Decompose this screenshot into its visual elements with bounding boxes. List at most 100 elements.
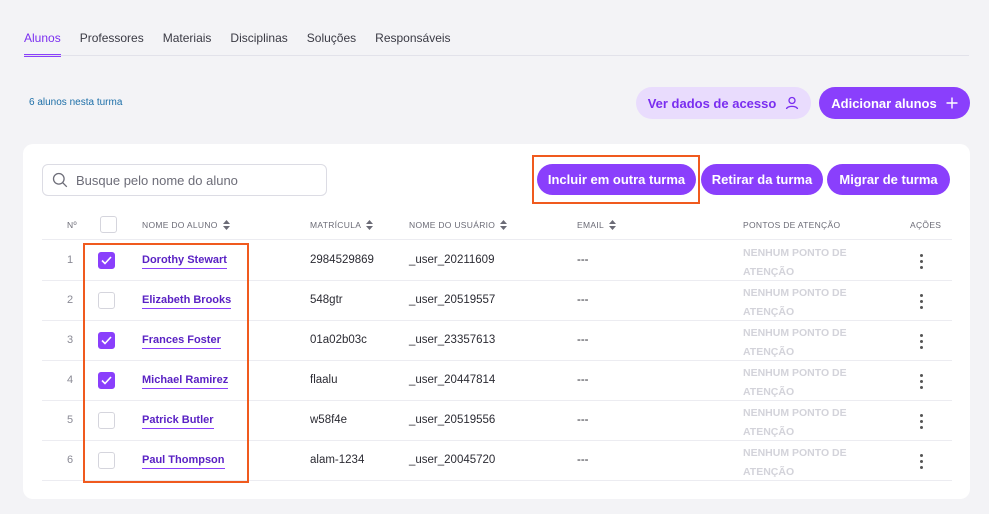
sort-icon [609, 220, 617, 230]
row-number: 4 [67, 374, 74, 386]
view-access-label: Ver dados de acesso [647, 95, 777, 111]
student-count: 6 alunos nesta turma [29, 97, 123, 108]
username-value: _user_20519556 [409, 414, 496, 426]
attention-line-2: ATENÇÃO [743, 466, 795, 478]
add-students-button[interactable]: Adicionar alunos [819, 87, 970, 119]
attention-line-2: ATENÇÃO [743, 386, 795, 398]
email-value: --- [577, 294, 589, 306]
row-checkbox[interactable] [98, 332, 115, 349]
username-value: _user_23357613 [409, 334, 496, 346]
table-row: 3 Frances Foster 01a02b03c _user_23357613 --… [42, 321, 952, 361]
tab-responsaveis[interactable]: Responsáveis [375, 31, 450, 57]
username-value: _user_20447814 [409, 374, 496, 386]
attention-line-2: ATENÇÃO [743, 266, 795, 278]
kebab-icon[interactable] [916, 252, 927, 271]
row-number: 1 [67, 254, 74, 266]
view-access-button[interactable]: Ver dados de acesso [636, 87, 811, 119]
tab-professores[interactable]: Professores [80, 31, 144, 57]
col-actions: AÇÕES [910, 220, 942, 230]
username-value: _user_20519557 [409, 294, 496, 306]
remove-from-class-button[interactable]: Retirar da turma [701, 164, 823, 195]
search-icon [52, 172, 68, 188]
table-row: 6 Paul Thompson alam-1234 _user_20045720 ---… [42, 441, 952, 481]
col-email-label: EMAIL [577, 220, 605, 230]
row-number: 5 [67, 414, 74, 426]
plus-icon [946, 97, 958, 109]
col-attention: PONTOS DE ATENÇÃO [743, 220, 841, 230]
attention-value: NENHUM PONTO DE ATENÇÃO [743, 364, 847, 402]
student-name-link[interactable]: Elizabeth Brooks [142, 294, 232, 309]
col-enrollment[interactable]: MATRÍCULA [310, 220, 374, 230]
enrollment-value: flaalu [310, 374, 338, 386]
row-number: 6 [67, 454, 74, 466]
table-row: 1 Dorothy Stewart 2984529869 _user_20211609… [42, 241, 952, 281]
enrollment-value: w58f4e [310, 414, 348, 426]
check-icon [101, 376, 112, 385]
table-header: Nº NOME DO ALUNO MATRÍCULA NOME DO USUÁR… [42, 212, 952, 240]
kebab-icon[interactable] [916, 412, 927, 431]
enrollment-value: alam-1234 [310, 454, 365, 466]
col-email[interactable]: EMAIL [577, 220, 617, 230]
attention-line-1: NENHUM PONTO DE [743, 327, 847, 339]
attention-value: NENHUM PONTO DE ATENÇÃO [743, 324, 847, 362]
include-other-class-button[interactable]: Incluir em outra turma [537, 164, 696, 195]
student-name-link[interactable]: Patrick Butler [142, 414, 214, 429]
check-icon [101, 256, 112, 265]
attention-line-1: NENHUM PONTO DE [743, 287, 847, 299]
attention-line-1: NENHUM PONTO DE [743, 367, 847, 379]
kebab-icon[interactable] [916, 372, 927, 391]
attention-line-2: ATENÇÃO [743, 306, 795, 318]
row-checkbox[interactable] [98, 292, 115, 309]
student-name-link[interactable]: Dorothy Stewart [142, 254, 227, 269]
tab-solucoes[interactable]: Soluções [307, 31, 356, 57]
col-name[interactable]: NOME DO ALUNO [142, 220, 230, 230]
row-checkbox[interactable] [98, 412, 115, 429]
col-enrollment-label: MATRÍCULA [310, 220, 362, 230]
kebab-icon[interactable] [916, 292, 927, 311]
col-name-label: NOME DO ALUNO [142, 220, 218, 230]
sort-icon [500, 220, 508, 230]
table-row: 5 Patrick Butler w58f4e _user_20519556 --- NE… [42, 401, 952, 441]
table-row: 2 Elizabeth Brooks 548gtr _user_20519557 ---… [42, 281, 952, 321]
attention-value: NENHUM PONTO DE ATENÇÃO [743, 444, 847, 482]
student-name-link[interactable]: Michael Ramirez [142, 374, 229, 389]
migrate-class-button[interactable]: Migrar de turma [827, 164, 950, 195]
tab-alunos[interactable]: Alunos [24, 31, 61, 57]
search-input[interactable] [76, 172, 306, 188]
username-value: _user_20045720 [409, 454, 496, 466]
col-username-label: NOME DO USUÁRIO [409, 220, 496, 230]
row-checkbox[interactable] [98, 452, 115, 469]
col-username[interactable]: NOME DO USUÁRIO [409, 220, 508, 230]
student-search[interactable] [42, 164, 327, 196]
attention-value: NENHUM PONTO DE ATENÇÃO [743, 404, 847, 442]
attention-line-2: ATENÇÃO [743, 426, 795, 438]
kebab-icon[interactable] [916, 332, 927, 351]
email-value: --- [577, 454, 589, 466]
row-checkbox[interactable] [98, 372, 115, 389]
sort-icon [222, 220, 230, 230]
email-value: --- [577, 334, 589, 346]
row-checkbox[interactable] [98, 252, 115, 269]
kebab-icon[interactable] [916, 452, 927, 471]
tab-disciplinas[interactable]: Disciplinas [230, 31, 287, 57]
tab-divider [24, 55, 969, 56]
attention-line-1: NENHUM PONTO DE [743, 447, 847, 459]
check-icon [101, 336, 112, 345]
attention-line-1: NENHUM PONTO DE [743, 407, 847, 419]
student-name-link[interactable]: Paul Thompson [142, 454, 225, 469]
username-value: _user_20211609 [409, 254, 495, 266]
row-number: 2 [67, 294, 74, 306]
row-number: 3 [67, 334, 74, 346]
enrollment-value: 548gtr [310, 294, 343, 306]
student-name-link[interactable]: Frances Foster [142, 334, 221, 349]
col-number: Nº [67, 220, 77, 230]
attention-line-2: ATENÇÃO [743, 346, 795, 358]
attention-line-1: NENHUM PONTO DE [743, 247, 847, 259]
enrollment-value: 01a02b03c [310, 334, 367, 346]
enrollment-value: 2984529869 [310, 254, 374, 266]
user-icon [785, 96, 799, 110]
select-all-checkbox[interactable] [100, 216, 117, 233]
tab-bar: Alunos Professores Materiais Disciplinas… [24, 31, 470, 57]
table-row: 4 Michael Ramirez flaalu _user_20447814 --- N… [42, 361, 952, 401]
tab-materiais[interactable]: Materiais [163, 31, 212, 57]
